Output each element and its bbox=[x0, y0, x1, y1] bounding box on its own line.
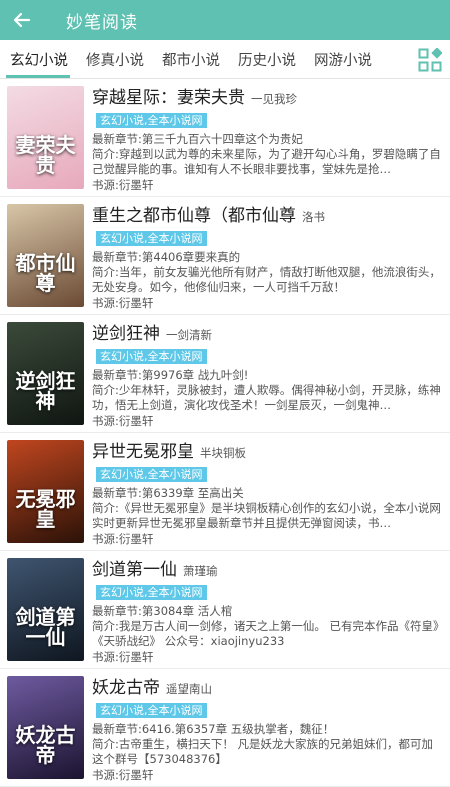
latest-chapter: 最新章节:第三千九百六十四章这个为贵妃 bbox=[92, 132, 303, 146]
book-source: 书源:衍墨轩 bbox=[92, 532, 154, 546]
book-intro: 简介:当年，前女友骗光他所有财产，情敌打断他双腿，他流浪街头，无处安身。如今，他… bbox=[92, 265, 441, 294]
book-item[interactable]: 妖龙古帝 妖龙古帝 遥望南山 玄幻小说,全本小说网 最新章节:6416.第6357… bbox=[0, 669, 450, 787]
book-intro: 简介:少年林轩，灵脉被封，遭人欺辱。偶得神秘小剑，开灵脉，练神功，悟无上剑道，演… bbox=[92, 383, 441, 412]
book-cover[interactable]: 妻荣夫贵 bbox=[7, 86, 84, 189]
book-cover[interactable]: 逆剑狂神 bbox=[7, 322, 84, 425]
book-author: 萧瑾瑜 bbox=[183, 564, 218, 578]
book-source: 书源:衍墨轩 bbox=[92, 296, 154, 310]
book-cover[interactable]: 无冕邪皇 bbox=[7, 440, 84, 543]
book-item[interactable]: 妻荣夫贵 穿越星际：妻荣夫贵 一见我珍 玄幻小说,全本小说网 最新章节:第三千九百… bbox=[0, 79, 450, 197]
tab-xiuzhen[interactable]: 修真小说 bbox=[78, 40, 152, 78]
cover-title: 逆剑狂神 bbox=[15, 369, 76, 413]
latest-chapter: 最新章节:6416.第6357章 五级执掌者，魏征！ bbox=[92, 722, 335, 736]
latest-chapter: 最新章节:第3084章 活人棺 bbox=[92, 604, 233, 618]
cover-title: 剑道第一仙 bbox=[15, 605, 76, 649]
book-title[interactable]: 异世无冕邪皇 bbox=[92, 437, 194, 462]
category-badge: 玄幻小说,全本小说网 bbox=[96, 349, 207, 364]
tab-xuanhuan[interactable]: 玄幻小说 bbox=[0, 40, 76, 78]
book-source: 书源:衍墨轩 bbox=[92, 414, 154, 428]
book-intro: 简介:穿越到以武为尊的未来星际，为了避开勾心斗角，罗碧隐瞒了自己觉醒异能的事。谁… bbox=[92, 147, 441, 176]
latest-chapter: 最新章节:第9976章 战九叶剑! bbox=[92, 368, 249, 382]
book-source: 书源:衍墨轩 bbox=[92, 178, 154, 192]
book-title[interactable]: 重生之都市仙尊（都市仙尊 bbox=[92, 201, 296, 226]
book-list: 妻荣夫贵 穿越星际：妻荣夫贵 一见我珍 玄幻小说,全本小说网 最新章节:第三千九百… bbox=[0, 79, 450, 787]
cover-title: 妖龙古帝 bbox=[15, 723, 76, 767]
book-author: 一剑清新 bbox=[166, 328, 212, 342]
book-title[interactable]: 剑道第一仙 bbox=[92, 555, 177, 580]
tab-lishi[interactable]: 历史小说 bbox=[230, 40, 304, 78]
app-bar: 妙笔阅读 bbox=[0, 0, 450, 40]
category-badge: 玄幻小说,全本小说网 bbox=[96, 703, 207, 718]
book-intro: 简介:《异世无冕邪皇》是半块铜板精心创作的玄幻小说，全本小说网实时更新异世无冕邪… bbox=[92, 501, 441, 530]
category-badge: 玄幻小说,全本小说网 bbox=[96, 113, 207, 128]
book-intro: 简介:古帝重生，横扫天下！ 凡是妖龙大家族的兄弟姐妹们，都可加这个群号【5730… bbox=[92, 737, 434, 766]
book-item[interactable]: 无冕邪皇 异世无冕邪皇 半块铜板 玄幻小说,全本小说网 最新章节:第6339章 至… bbox=[0, 433, 450, 551]
book-item[interactable]: 都市仙尊 重生之都市仙尊（都市仙尊 洛书 玄幻小说,全本小说网 最新章节:第440… bbox=[0, 197, 450, 315]
book-author: 半块铜板 bbox=[200, 446, 246, 460]
book-item[interactable]: 逆剑狂神 逆剑狂神 一剑清新 玄幻小说,全本小说网 最新章节:第9976章 战九叶… bbox=[0, 315, 450, 433]
tab-wangyou[interactable]: 网游小说 bbox=[306, 40, 380, 78]
book-intro: 简介:我是万古人间一剑修，诸天之上第一仙。 已有完本作品《符皇》《天骄战纪》 公… bbox=[92, 619, 439, 648]
book-title[interactable]: 逆剑狂神 bbox=[92, 319, 160, 344]
book-source: 书源:衍墨轩 bbox=[92, 650, 154, 664]
category-badge: 玄幻小说,全本小说网 bbox=[96, 231, 207, 246]
book-cover[interactable]: 妖龙古帝 bbox=[7, 676, 84, 779]
category-badge: 玄幻小说,全本小说网 bbox=[96, 467, 207, 482]
book-author: 遥望南山 bbox=[166, 682, 212, 696]
book-source: 书源:衍墨轩 bbox=[92, 768, 154, 782]
latest-chapter: 最新章节:第6339章 至高出关 bbox=[92, 486, 244, 500]
cover-title: 妻荣夫贵 bbox=[15, 133, 76, 177]
cover-title: 都市仙尊 bbox=[15, 251, 76, 295]
category-tabs: 玄幻小说 修真小说 都市小说 历史小说 网游小说 bbox=[0, 40, 450, 79]
book-author: 洛书 bbox=[302, 210, 325, 224]
tab-dushi[interactable]: 都市小说 bbox=[154, 40, 228, 78]
book-item[interactable]: 剑道第一仙 剑道第一仙 萧瑾瑜 玄幻小说,全本小说网 最新章节:第3084章 活人… bbox=[0, 551, 450, 669]
cover-title: 无冕邪皇 bbox=[15, 487, 76, 531]
book-cover[interactable]: 剑道第一仙 bbox=[7, 558, 84, 661]
back-arrow-icon[interactable] bbox=[0, 0, 44, 40]
category-badge: 玄幻小说,全本小说网 bbox=[96, 585, 207, 600]
app-title: 妙笔阅读 bbox=[66, 12, 138, 33]
book-title[interactable]: 穿越星际：妻荣夫贵 bbox=[92, 83, 245, 108]
book-cover[interactable]: 都市仙尊 bbox=[7, 204, 84, 307]
book-author: 一见我珍 bbox=[251, 92, 297, 106]
book-title[interactable]: 妖龙古帝 bbox=[92, 673, 160, 698]
latest-chapter: 最新章节:第4406章要来真的 bbox=[92, 250, 241, 264]
category-grid-icon[interactable] bbox=[418, 47, 443, 72]
